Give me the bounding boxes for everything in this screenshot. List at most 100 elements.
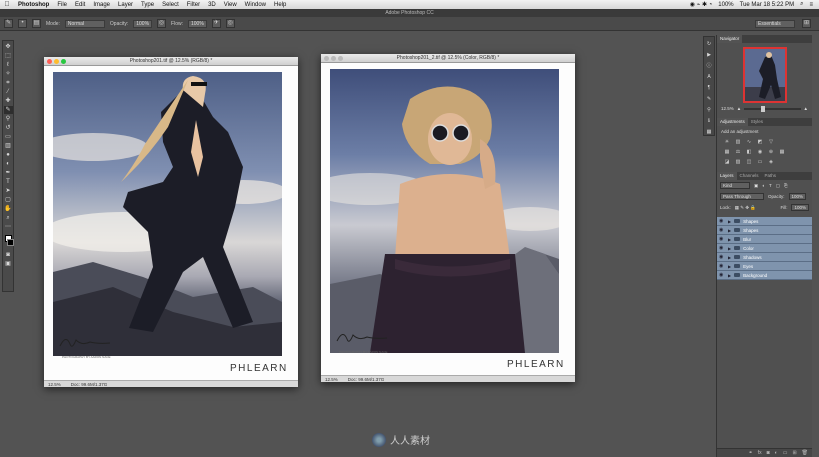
menu-view[interactable]: View (220, 2, 241, 8)
tab-channels[interactable]: Channels (737, 172, 762, 180)
layer-kind-filter[interactable]: Kind (720, 182, 750, 189)
actions-panel-icon[interactable]: ▶ (705, 51, 714, 59)
eye-icon[interactable]: ◉ (719, 272, 725, 278)
eyedropper-tool-icon[interactable]: ⁄ (4, 88, 13, 96)
document-canvas[interactable]: PHOTOGRAPHY BY AARON NACE PHLEARN (44, 66, 298, 380)
tab-adjustments[interactable]: Adjustments (717, 118, 748, 126)
layer-row[interactable]: ◉ ▶ Blur (717, 235, 812, 244)
exposure-icon[interactable]: ◩ (756, 139, 764, 146)
tab-paths[interactable]: Paths (762, 172, 780, 180)
clone-source-panel-icon[interactable]: ⚲ (705, 106, 714, 114)
history-panel-icon[interactable]: ↻ (705, 40, 714, 48)
link-layers-icon[interactable]: ⚭ (749, 450, 753, 456)
eraser-tool-icon[interactable]: ▭ (4, 133, 13, 141)
eye-icon[interactable]: ◉ (719, 254, 725, 260)
airbrush-icon[interactable]: ✈ (211, 19, 221, 28)
menu-window[interactable]: Window (241, 2, 270, 8)
layer-row[interactable]: ◉ ▶ Shapes (717, 217, 812, 226)
disclosure-triangle-icon[interactable]: ▶ (728, 255, 731, 260)
crop-tool-icon[interactable]: ⌗ (4, 79, 13, 87)
document-window-1[interactable]: Photoshop201.tif @ 12.5% (RGB/8) * PHOTO… (44, 57, 298, 387)
invert-icon[interactable]: ◪ (723, 159, 731, 166)
eye-icon[interactable]: ◉ (719, 245, 725, 251)
posterize-icon[interactable]: ▨ (734, 159, 742, 166)
close-button[interactable] (47, 59, 52, 64)
eye-icon[interactable]: ◉ (719, 218, 725, 224)
disclosure-triangle-icon[interactable]: ▶ (728, 219, 731, 224)
eye-icon[interactable]: ◉ (719, 236, 725, 242)
zoom-button[interactable] (61, 59, 66, 64)
apple-icon[interactable]:  (0, 1, 14, 8)
opacity-field[interactable]: 100% (133, 19, 153, 28)
zoom-level[interactable]: 12.5% (48, 381, 61, 387)
curves-icon[interactable]: ∿ (745, 139, 753, 146)
gradient-tool-icon[interactable]: ▥ (4, 142, 13, 150)
shape-tool-icon[interactable]: ▢ (4, 196, 13, 204)
layer-opacity-field[interactable]: 100% (788, 193, 807, 200)
hand-tool-icon[interactable]: ✋ (4, 205, 13, 213)
color-balance-icon[interactable]: ⚖ (734, 149, 742, 156)
zoom-tool-icon[interactable]: ⌕ (4, 214, 13, 222)
minimize-button[interactable] (54, 59, 59, 64)
tab-styles[interactable]: Styles (748, 118, 766, 126)
clock[interactable]: Tue Mar 18 5:22 PM (740, 2, 794, 8)
brightness-contrast-icon[interactable]: ☀ (723, 139, 731, 146)
menu-layer[interactable]: Layer (114, 2, 137, 8)
screen-mode-icon[interactable]: ▣ (4, 260, 13, 268)
pressure-size-icon[interactable]: ◎ (225, 19, 235, 28)
workspace-select[interactable]: Essentials (755, 20, 795, 28)
document-size[interactable]: Doc: 99.6M/1.37G (348, 376, 385, 382)
lasso-tool-icon[interactable]: ℓ (4, 61, 13, 69)
pen-tool-icon[interactable]: ✒ (4, 169, 13, 177)
menu-type[interactable]: Type (137, 2, 158, 8)
blend-mode-select[interactable]: Pass Through (720, 193, 764, 200)
marquee-tool-icon[interactable]: ⬚ (4, 52, 13, 60)
zoom-out-icon[interactable]: ▲ (737, 106, 741, 111)
black-white-icon[interactable]: ◧ (745, 149, 753, 156)
threshold-icon[interactable]: ◫ (745, 159, 753, 166)
layer-row[interactable]: ◉ ▶ Background (717, 271, 812, 280)
disclosure-triangle-icon[interactable]: ▶ (728, 246, 731, 251)
brush-panel-icon[interactable]: ✎ (705, 95, 714, 103)
selective-color-icon[interactable]: ◈ (767, 159, 775, 166)
channel-mixer-icon[interactable]: ⊕ (767, 149, 775, 156)
search-icon[interactable]: ⌕ (800, 1, 803, 8)
disclosure-triangle-icon[interactable]: ▶ (728, 264, 731, 269)
document-canvas[interactable]: PHOTOGRAPHY BY AARON NACE PHLEARN (321, 63, 575, 375)
zoom-button[interactable] (338, 56, 343, 61)
edit-toolbar-icon[interactable]: ⋯ (4, 223, 13, 231)
document-window-2[interactable]: Photoshop201_2.tif @ 12.5% (Color, RGB/8… (321, 54, 575, 382)
close-button[interactable] (324, 56, 329, 61)
disclosure-triangle-icon[interactable]: ▶ (728, 273, 731, 278)
info-panel-icon[interactable]: ℹ (705, 117, 714, 125)
menu-3d[interactable]: 3D (204, 2, 220, 8)
clone-stamp-tool-icon[interactable]: ⚲ (4, 115, 13, 123)
vibrance-icon[interactable]: ▽ (767, 139, 775, 146)
menu-app-name[interactable]: Photoshop (14, 2, 53, 8)
disclosure-triangle-icon[interactable]: ▶ (728, 228, 731, 233)
brush-preset-icon[interactable]: ✎ (4, 19, 13, 28)
layer-row[interactable]: ◉ ▶ Eyes (717, 262, 812, 271)
quick-mask-icon[interactable]: ◙ (4, 251, 13, 259)
layer-style-icon[interactable]: fx (758, 450, 762, 456)
move-tool-icon[interactable]: ✥ (4, 43, 13, 51)
pressure-opacity-icon[interactable]: ◎ (157, 19, 167, 28)
document-title-bar[interactable]: Photoshop201_2.tif @ 12.5% (Color, RGB/8… (321, 54, 575, 63)
type-tool-icon[interactable]: T (4, 178, 13, 186)
navigator-zoom-slider[interactable] (744, 105, 801, 112)
slider-knob[interactable] (761, 105, 766, 112)
menu-list-icon[interactable]: ≡ (809, 2, 813, 8)
add-mask-icon[interactable]: ◙ (767, 450, 770, 456)
gradient-map-icon[interactable]: ▭ (756, 159, 764, 166)
brush-panel-toggle-icon[interactable]: ▤ (32, 19, 41, 28)
status-icons[interactable]: ◉ ⌁ ✱ ◔ (690, 1, 713, 8)
flow-field[interactable]: 100% (188, 19, 207, 28)
healing-brush-tool-icon[interactable]: ✚ (4, 97, 13, 105)
path-select-tool-icon[interactable]: ➤ (4, 187, 13, 195)
document-title-bar[interactable]: Photoshop201.tif @ 12.5% (RGB/8) * (44, 57, 298, 66)
new-layer-icon[interactable]: ⊞ (792, 450, 796, 456)
menu-image[interactable]: Image (89, 2, 114, 8)
filter-shape-icon[interactable]: ▢ (776, 183, 780, 189)
color-lookup-icon[interactable]: ▦ (778, 149, 786, 156)
filter-adjustment-icon[interactable]: ◐ (762, 183, 765, 188)
